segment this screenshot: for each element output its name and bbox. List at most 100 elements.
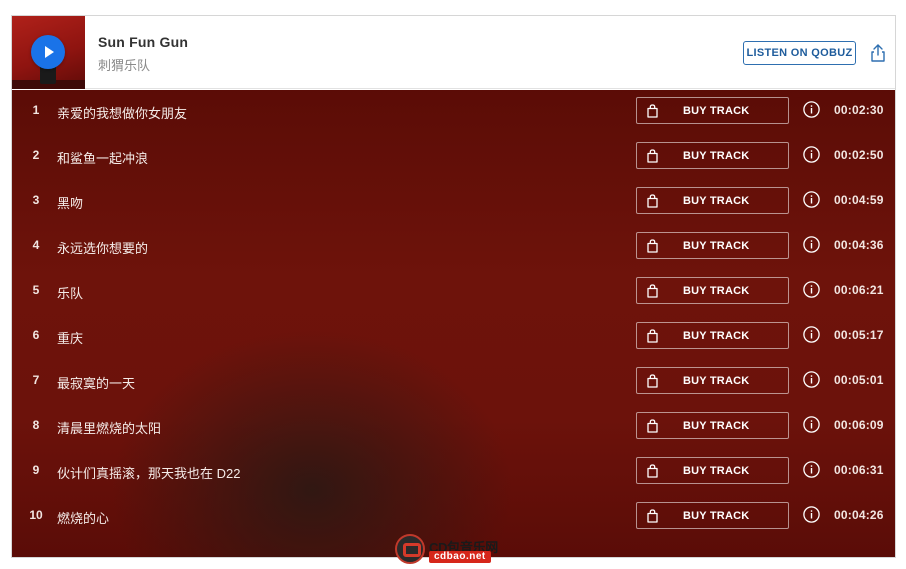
track-duration: 00:06:09 (834, 418, 884, 432)
track-number: 4 (32, 238, 40, 252)
track-number: 9 (32, 463, 40, 477)
buy-track-button[interactable]: BUY TRACK (636, 502, 789, 529)
track-title: 伙计们真摇滚，那天我也在 D22 (57, 466, 241, 481)
track-info-button[interactable] (803, 506, 820, 523)
album-cover (12, 16, 85, 89)
buy-track-label: BUY TRACK (683, 420, 750, 432)
watermark-logo: CD包音乐网 cdbao.net (395, 533, 513, 565)
shopping-bag-icon (647, 194, 658, 208)
track-duration: 00:05:17 (834, 328, 884, 342)
shopping-bag-icon (647, 104, 658, 118)
track-duration: 00:05:01 (834, 373, 884, 387)
shopping-bag-icon (647, 509, 658, 523)
share-icon (871, 44, 885, 62)
play-button[interactable] (31, 35, 65, 69)
info-icon (803, 461, 820, 478)
track-number: 7 (32, 373, 40, 387)
track-number: 6 (32, 328, 40, 342)
track-row[interactable]: 5 乐队 BUY TRACK 00:06:21 (12, 270, 895, 315)
track-number: 8 (32, 418, 40, 432)
track-title: 永远选你想要的 (57, 241, 149, 256)
track-info-button[interactable] (803, 371, 820, 388)
buy-track-label: BUY TRACK (683, 330, 750, 342)
track-title: 和鲨鱼一起冲浪 (57, 151, 149, 166)
buy-track-button[interactable]: BUY TRACK (636, 142, 789, 169)
track-list: 1 亲爱的我想做你女朋友 BUY TRACK 00:02:30 2 和鲨鱼一起冲浪 BUY … (12, 90, 895, 557)
buy-track-button[interactable]: BUY TRACK (636, 232, 789, 259)
track-row[interactable]: 6 重庆 BUY TRACK 00:05:17 (12, 315, 895, 360)
buy-track-label: BUY TRACK (683, 150, 750, 162)
info-icon (803, 371, 820, 388)
play-icon (45, 46, 54, 58)
listen-on-qobuz-button[interactable]: LISTEN ON QOBUZ (743, 41, 856, 65)
track-row[interactable]: 7 最寂寞的一天 BUY TRACK 00:05:01 (12, 360, 895, 405)
album-title: Sun Fun Gun (98, 34, 189, 50)
buy-track-button[interactable]: BUY TRACK (636, 187, 789, 214)
track-row[interactable]: 1 亲爱的我想做你女朋友 BUY TRACK 00:02:30 (12, 90, 895, 135)
info-icon (803, 146, 820, 163)
track-row[interactable]: 4 永远选你想要的 BUY TRACK 00:04:36 (12, 225, 895, 270)
track-info-button[interactable] (803, 191, 820, 208)
track-info-button[interactable] (803, 461, 820, 478)
shopping-bag-icon (647, 239, 658, 253)
track-info-button[interactable] (803, 326, 820, 343)
track-row[interactable]: 9 伙计们真摇滚，那天我也在 D22 BUY TRACK 00:06:31 (12, 450, 895, 495)
album-header: Sun Fun Gun 刺猬乐队 LISTEN ON QOBUZ (12, 16, 895, 89)
track-number: 2 (32, 148, 40, 162)
buy-track-button[interactable]: BUY TRACK (636, 97, 789, 124)
buy-track-button[interactable]: BUY TRACK (636, 322, 789, 349)
info-icon (803, 326, 820, 343)
buy-track-button[interactable]: BUY TRACK (636, 367, 789, 394)
track-title: 亲爱的我想做你女朋友 (57, 106, 188, 121)
info-icon (803, 281, 820, 298)
shopping-bag-icon (647, 284, 658, 298)
buy-track-label: BUY TRACK (683, 510, 750, 522)
info-icon (803, 416, 820, 433)
music-player-widget: Sun Fun Gun 刺猬乐队 LISTEN ON QOBUZ 1 亲爱的我想做… (11, 15, 896, 558)
buy-track-button[interactable]: BUY TRACK (636, 277, 789, 304)
track-info-button[interactable] (803, 146, 820, 163)
buy-track-button[interactable]: BUY TRACK (636, 412, 789, 439)
track-row[interactable]: 8 清晨里燃烧的太阳 BUY TRACK 00:06:09 (12, 405, 895, 450)
buy-track-label: BUY TRACK (683, 195, 750, 207)
track-duration: 00:02:30 (834, 103, 884, 117)
track-info-button[interactable] (803, 101, 820, 118)
track-duration: 00:06:31 (834, 463, 884, 477)
track-duration: 00:06:21 (834, 283, 884, 297)
buy-track-label: BUY TRACK (683, 465, 750, 477)
track-duration: 00:04:59 (834, 193, 884, 207)
info-icon (803, 101, 820, 118)
share-button[interactable] (869, 43, 887, 63)
buy-track-label: BUY TRACK (683, 285, 750, 297)
watermark-url: cdbao.net (429, 551, 491, 563)
track-row[interactable]: 3 黑吻 BUY TRACK 00:04:59 (12, 180, 895, 225)
info-icon (803, 191, 820, 208)
track-title: 最寂寞的一天 (57, 376, 136, 391)
buy-track-label: BUY TRACK (683, 240, 750, 252)
track-info-button[interactable] (803, 416, 820, 433)
track-number: 5 (32, 283, 40, 297)
shopping-bag-icon (647, 329, 658, 343)
shopping-bag-icon (647, 149, 658, 163)
track-title: 燃烧的心 (57, 511, 110, 526)
track-title: 黑吻 (57, 196, 84, 211)
info-icon (803, 236, 820, 253)
track-title: 乐队 (57, 286, 84, 301)
track-number: 1 (32, 103, 40, 117)
track-duration: 00:02:50 (834, 148, 884, 162)
track-duration: 00:04:26 (834, 508, 884, 522)
track-info-button[interactable] (803, 281, 820, 298)
track-number: 10 (29, 508, 43, 522)
artist-name: 刺猬乐队 (98, 58, 151, 73)
track-title: 清晨里燃烧的太阳 (57, 421, 162, 436)
info-icon (803, 506, 820, 523)
buy-track-label: BUY TRACK (683, 375, 750, 387)
track-row[interactable]: 2 和鲨鱼一起冲浪 BUY TRACK 00:02:50 (12, 135, 895, 180)
watermark-badge (395, 534, 425, 564)
track-number: 3 (32, 193, 40, 207)
shopping-bag-icon (647, 464, 658, 478)
buy-track-button[interactable]: BUY TRACK (636, 457, 789, 484)
track-info-button[interactable] (803, 236, 820, 253)
track-title: 重庆 (57, 331, 84, 346)
shopping-bag-icon (647, 419, 658, 433)
